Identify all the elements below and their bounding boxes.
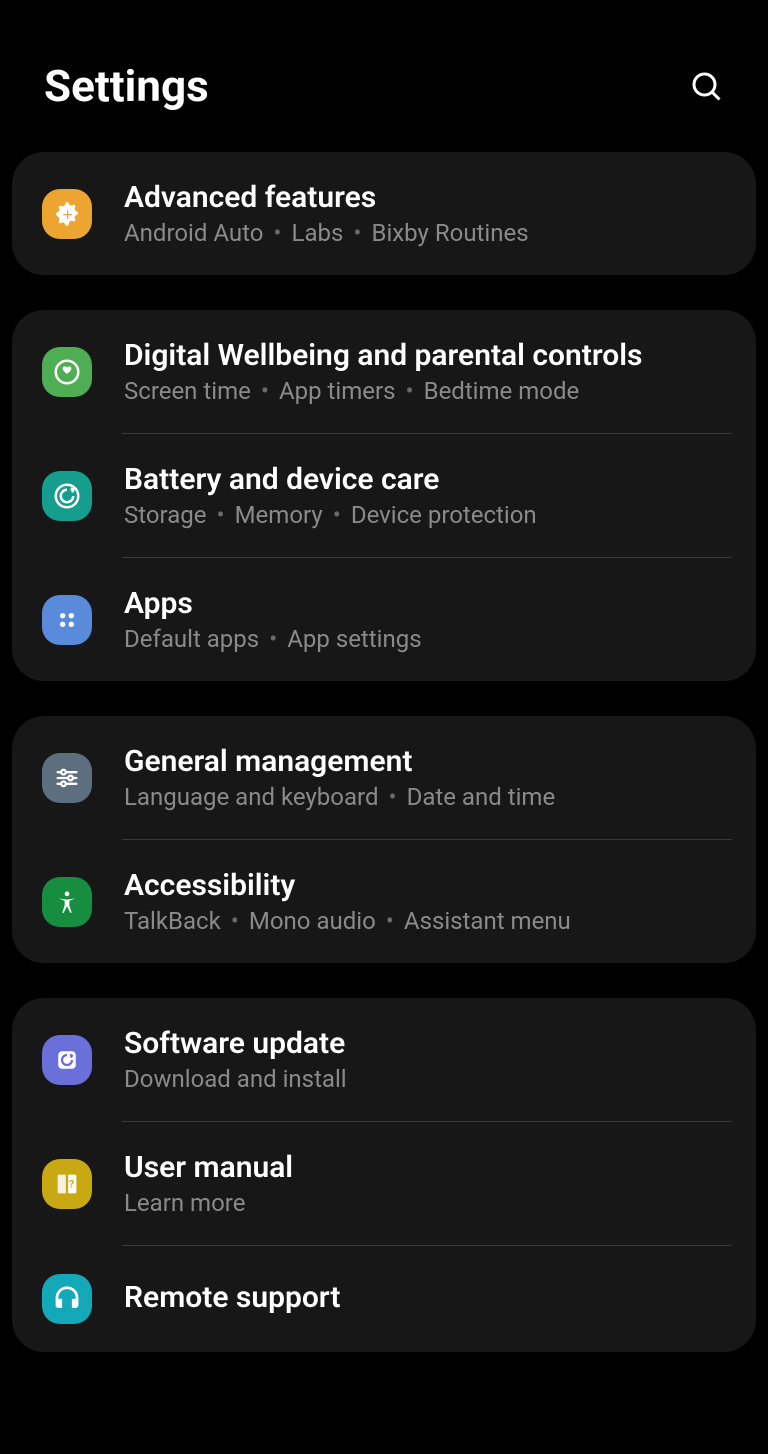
settings-item-digital-wellbeing-and-parental-controls[interactable]: Digital Wellbeing and parental controls S… bbox=[12, 310, 756, 433]
item-title: Battery and device care bbox=[124, 462, 732, 497]
item-title: User manual bbox=[124, 1150, 732, 1185]
remote-support-icon bbox=[42, 1274, 92, 1324]
wellbeing-icon bbox=[42, 347, 92, 397]
search-button[interactable] bbox=[688, 68, 724, 104]
accessibility-icon bbox=[42, 877, 92, 927]
item-title: Accessibility bbox=[124, 868, 732, 903]
settings-item-battery-and-device-care[interactable]: Battery and device care Storage•Memory•De… bbox=[12, 434, 756, 557]
item-subtitle: Storage•Memory•Device protection bbox=[124, 501, 732, 529]
item-title: Digital Wellbeing and parental controls bbox=[124, 338, 732, 373]
settings-item-software-update[interactable]: Software update Download and install bbox=[12, 998, 756, 1121]
item-subtitle: TalkBack•Mono audio•Assistant menu bbox=[124, 907, 732, 935]
page-title: Settings bbox=[44, 60, 209, 112]
settings-item-advanced-features[interactable]: Advanced features Android Auto•Labs•Bixby… bbox=[12, 152, 756, 275]
header: Settings bbox=[0, 0, 768, 152]
svg-text:?: ? bbox=[69, 1177, 74, 1190]
settings-item-user-manual[interactable]: ? User manual Learn more bbox=[12, 1122, 756, 1245]
search-icon bbox=[688, 68, 724, 104]
item-text: Digital Wellbeing and parental controls S… bbox=[124, 338, 732, 405]
user-manual-icon: ? bbox=[42, 1159, 92, 1209]
settings-item-general-management[interactable]: General management Language and keyboard•… bbox=[12, 716, 756, 839]
advanced-features-icon bbox=[42, 189, 92, 239]
settings-section: Advanced features Android Auto•Labs•Bixby… bbox=[12, 152, 756, 275]
software-update-icon bbox=[42, 1035, 92, 1085]
item-subtitle: Android Auto•Labs•Bixby Routines bbox=[124, 219, 732, 247]
item-text: Software update Download and install bbox=[124, 1026, 732, 1093]
item-title: General management bbox=[124, 744, 732, 779]
item-title: Software update bbox=[124, 1026, 732, 1061]
apps-icon bbox=[42, 595, 92, 645]
item-text: Accessibility TalkBack•Mono audio•Assista… bbox=[124, 868, 732, 935]
settings-section: Digital Wellbeing and parental controls S… bbox=[12, 310, 756, 681]
settings-item-apps[interactable]: Apps Default apps•App settings bbox=[12, 558, 756, 681]
settings-section: Software update Download and install? User… bbox=[12, 998, 756, 1352]
settings-item-accessibility[interactable]: Accessibility TalkBack•Mono audio•Assista… bbox=[12, 840, 756, 963]
general-icon bbox=[42, 753, 92, 803]
item-text: Advanced features Android Auto•Labs•Bixby… bbox=[124, 180, 732, 247]
item-text: Apps Default apps•App settings bbox=[124, 586, 732, 653]
item-title: Apps bbox=[124, 586, 732, 621]
item-subtitle: Download and install bbox=[124, 1065, 732, 1093]
battery-care-icon bbox=[42, 471, 92, 521]
settings-section: General management Language and keyboard•… bbox=[12, 716, 756, 963]
item-text: User manual Learn more bbox=[124, 1150, 732, 1217]
item-subtitle: Learn more bbox=[124, 1189, 732, 1217]
item-subtitle: Screen time•App timers•Bedtime mode bbox=[124, 377, 732, 405]
item-subtitle: Default apps•App settings bbox=[124, 625, 732, 653]
settings-list: Advanced features Android Auto•Labs•Bixby… bbox=[0, 152, 768, 1352]
item-text: General management Language and keyboard•… bbox=[124, 744, 732, 811]
item-title: Remote support bbox=[124, 1280, 732, 1315]
item-subtitle: Language and keyboard•Date and time bbox=[124, 783, 732, 811]
item-text: Battery and device care Storage•Memory•De… bbox=[124, 462, 732, 529]
settings-item-remote-support[interactable]: Remote support bbox=[12, 1246, 756, 1352]
item-title: Advanced features bbox=[124, 180, 732, 215]
item-text: Remote support bbox=[124, 1280, 732, 1319]
